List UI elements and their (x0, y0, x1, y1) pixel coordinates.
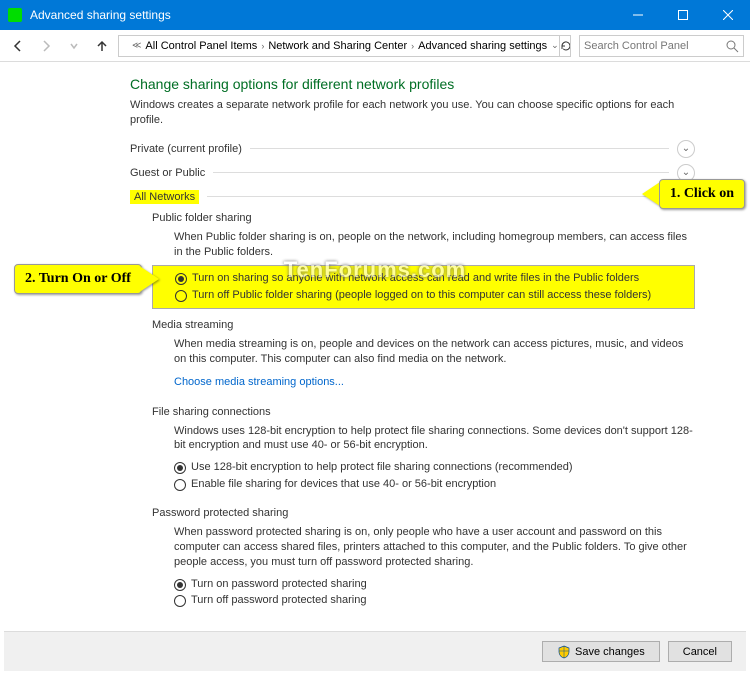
chevron-right-icon[interactable]: ≪ (131, 40, 142, 51)
public-folder-desc: When Public folder sharing is on, people… (152, 228, 695, 266)
public-folder-options: Turn on sharing so anyone with network a… (152, 265, 695, 309)
section-guest-header[interactable]: Guest or Public ⌄ (130, 164, 695, 182)
minimize-button[interactable] (615, 0, 660, 30)
shield-icon (557, 645, 571, 659)
radio-icon (175, 273, 187, 285)
cancel-label: Cancel (683, 646, 717, 658)
window-title: Advanced sharing settings (30, 8, 615, 22)
window-buttons (615, 0, 750, 30)
search-placeholder: Search Control Panel (584, 40, 689, 52)
page-intro: Windows creates a separate network profi… (130, 98, 695, 128)
radio-icon (175, 290, 187, 302)
section-guest: Guest or Public ⌄ (130, 164, 695, 182)
callout-1-text: 1. Click on (659, 179, 745, 209)
refresh-button[interactable] (559, 35, 571, 57)
forward-button[interactable] (34, 34, 58, 58)
callout-2: 2. Turn On or Off (14, 264, 159, 294)
navigation-bar: ≪ All Control Panel Items › Network and … (0, 30, 750, 62)
radio-40bit[interactable]: Enable file sharing for devices that use… (174, 476, 695, 493)
maximize-button[interactable] (660, 0, 705, 30)
radio-password-on[interactable]: Turn on password protected sharing (174, 576, 695, 593)
footer: Save changes Cancel (4, 631, 746, 671)
file-conn-title: File sharing connections (152, 406, 695, 418)
section-private-header[interactable]: Private (current profile) ⌄ (130, 140, 695, 158)
radio-password-off-label: Turn off password protected sharing (191, 593, 366, 608)
app-icon (8, 8, 22, 22)
public-folder-title: Public folder sharing (152, 212, 695, 224)
subsection-file-connections: File sharing connections Windows uses 12… (130, 400, 695, 501)
cancel-button[interactable]: Cancel (668, 641, 732, 662)
breadcrumb[interactable]: ≪ All Control Panel Items › Network and … (118, 35, 571, 57)
crumb-all-items[interactable]: All Control Panel Items (142, 40, 260, 52)
radio-icon (174, 579, 186, 591)
back-button[interactable] (6, 34, 30, 58)
callout-2-text: 2. Turn On or Off (14, 264, 142, 294)
title-bar: Advanced sharing settings (0, 0, 750, 30)
search-icon (725, 39, 739, 53)
radio-public-off-label: Turn off Public folder sharing (people l… (192, 288, 651, 303)
save-changes-label: Save changes (575, 646, 645, 658)
radio-128bit-label: Use 128-bit encryption to help protect f… (191, 460, 573, 475)
media-desc: When media streaming is on, people and d… (152, 335, 695, 373)
radio-public-on-label: Turn on sharing so anyone with network a… (192, 271, 639, 286)
file-conn-options: Use 128-bit encryption to help protect f… (152, 459, 695, 497)
content-area: Change sharing options for different net… (0, 62, 750, 632)
password-options: Turn on password protected sharing Turn … (152, 576, 695, 614)
radio-128bit[interactable]: Use 128-bit encryption to help protect f… (174, 459, 695, 476)
page-heading: Change sharing options for different net… (130, 76, 695, 92)
section-all-networks-header[interactable]: All Networks ⌃ (130, 188, 695, 206)
save-changes-button[interactable]: Save changes (542, 641, 660, 662)
section-all-networks-title: All Networks (130, 190, 199, 204)
chevron-down-icon[interactable]: ⌄ (677, 140, 695, 158)
crumb-advanced-sharing[interactable]: Advanced sharing settings (415, 40, 550, 52)
crumb-network-center[interactable]: Network and Sharing Center (265, 40, 410, 52)
subsection-public-folder: Public folder sharing When Public folder… (130, 206, 695, 313)
section-guest-title: Guest or Public (130, 167, 205, 179)
search-input[interactable]: Search Control Panel (579, 35, 744, 57)
file-conn-desc: Windows uses 128-bit encryption to help … (152, 422, 695, 460)
password-title: Password protected sharing (152, 507, 695, 519)
media-options-link[interactable]: Choose media streaming options... (174, 376, 344, 388)
section-private: Private (current profile) ⌄ (130, 140, 695, 158)
radio-icon (174, 479, 186, 491)
recent-dropdown[interactable] (62, 34, 86, 58)
radio-40bit-label: Enable file sharing for devices that use… (191, 477, 496, 492)
radio-icon (174, 595, 186, 607)
close-button[interactable] (705, 0, 750, 30)
callout-1: 1. Click on (642, 179, 745, 209)
radio-icon (174, 462, 186, 474)
section-private-title: Private (current profile) (130, 143, 242, 155)
radio-password-off[interactable]: Turn off password protected sharing (174, 592, 695, 609)
password-desc: When password protected sharing is on, o… (152, 523, 695, 576)
radio-password-on-label: Turn on password protected sharing (191, 577, 367, 592)
media-title: Media streaming (152, 319, 695, 331)
section-all-networks: All Networks ⌃ Public folder sharing Whe… (130, 188, 695, 618)
subsection-password: Password protected sharing When password… (130, 501, 695, 617)
radio-public-off[interactable]: Turn off Public folder sharing (people l… (175, 287, 690, 304)
up-button[interactable] (90, 34, 114, 58)
subsection-media: Media streaming When media streaming is … (130, 313, 695, 400)
radio-public-on[interactable]: Turn on sharing so anyone with network a… (175, 270, 690, 287)
